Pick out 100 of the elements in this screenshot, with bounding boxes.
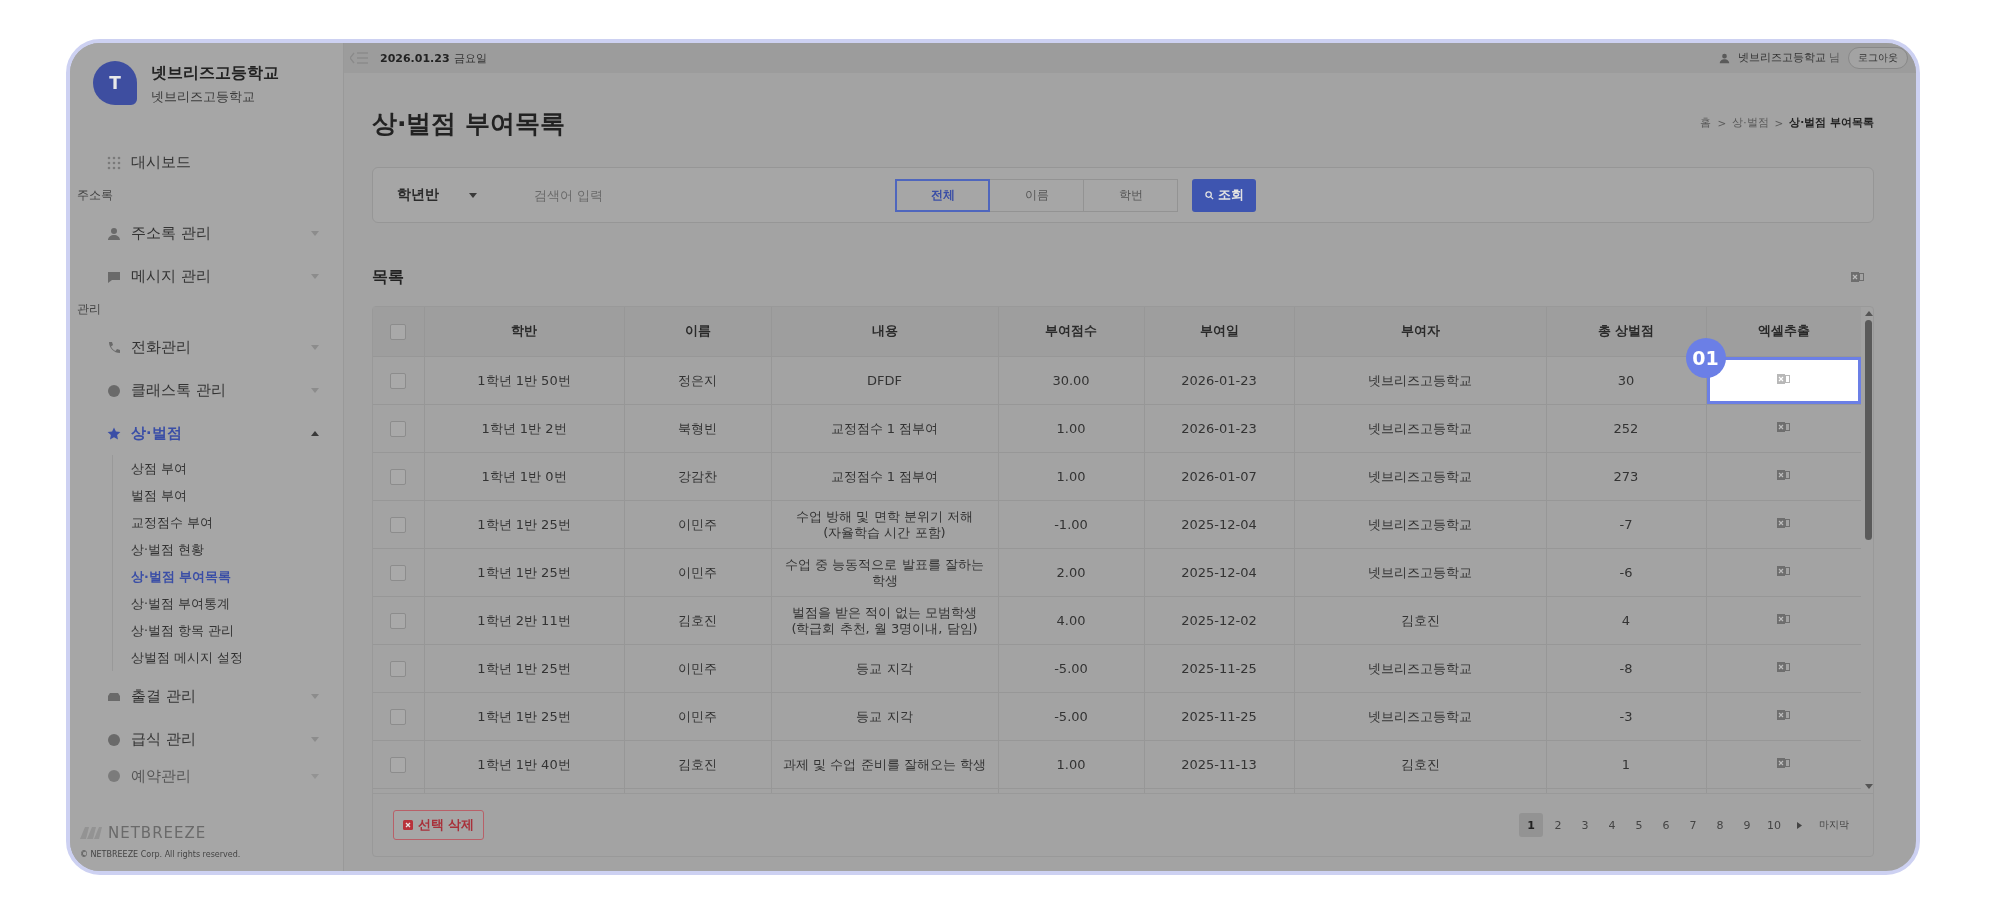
nav-section-label: 주소록 — [76, 187, 114, 204]
nav-subitem[interactable]: 상점 부여 — [131, 455, 343, 482]
table-cell: -7 — [1619, 516, 1633, 532]
logout-button[interactable]: 로그아웃 — [1848, 47, 1908, 69]
list-title: 목록 — [372, 266, 404, 288]
nav-item[interactable]: 주소록 관리 — [131, 224, 301, 243]
table-cell: 정은지 — [678, 372, 717, 388]
scroll-up-icon[interactable] — [1864, 311, 1873, 316]
nav-item[interactable]: 급식 관리 — [131, 730, 301, 749]
table-cell: 이민주 — [678, 660, 717, 676]
table-cell: 30 — [1617, 372, 1635, 388]
filter-tab[interactable]: 전체 — [895, 178, 990, 212]
breadcrumb-item[interactable]: 상·벌점 — [1732, 116, 1769, 130]
school-avatar: T — [93, 61, 137, 105]
table-cell: 1.00 — [1056, 756, 1086, 772]
nav-item[interactable]: 예약관리 — [131, 766, 301, 786]
nav-item[interactable]: 메시지 관리 — [131, 267, 301, 286]
row-checkbox[interactable] — [390, 660, 407, 677]
column-header: 학반 — [424, 307, 624, 357]
spreadsheet-icon[interactable] — [1777, 373, 1791, 385]
spreadsheet-icon[interactable] — [1777, 565, 1791, 577]
user-icon — [1719, 52, 1730, 64]
nav-subitem[interactable]: 교정점수 부여 — [131, 509, 343, 536]
table-cell: 252 — [1613, 420, 1639, 436]
table-cell: -6 — [1619, 564, 1633, 580]
nav-subitem[interactable]: 상·벌점 부여목록 — [131, 563, 343, 590]
page-button[interactable]: 7 — [1681, 813, 1705, 837]
filter-tab[interactable]: 학번 — [1083, 178, 1178, 212]
spreadsheet-icon[interactable] — [1777, 421, 1791, 433]
page-button[interactable]: 9 — [1735, 813, 1759, 837]
page-title: 상·벌점 부여목록 — [372, 107, 566, 140]
page-button[interactable]: 5 — [1627, 813, 1651, 837]
table-cell: -5.00 — [1054, 708, 1088, 724]
spreadsheet-icon[interactable] — [1777, 757, 1791, 769]
breadcrumb-item[interactable]: 홈 — [1700, 116, 1712, 130]
page-button[interactable]: 6 — [1654, 813, 1678, 837]
table-cell: 1 — [1621, 756, 1631, 772]
spreadsheet-icon[interactable] — [1777, 613, 1791, 625]
page-button[interactable]: 1 — [1519, 813, 1543, 837]
last-page-button[interactable]: 마지막 — [1817, 813, 1851, 837]
caret-icon — [469, 192, 477, 198]
table-cell: 1학년 1반 25번 — [477, 708, 571, 724]
nav-subitem[interactable]: 상·벌점 항목 관리 — [131, 617, 343, 644]
search-field[interactable]: 검색어 입력 — [532, 186, 896, 204]
user-suffix: 님 — [1829, 51, 1840, 65]
column-header: 부여자 — [1294, 307, 1546, 357]
spreadsheet-icon[interactable] — [1851, 271, 1864, 283]
table-cell: 2025-11-25 — [1181, 660, 1257, 676]
table-cell: 강감찬 — [678, 468, 717, 484]
next-page-icon[interactable] — [1797, 821, 1802, 829]
nav-subitem[interactable]: 상벌점 메시지 설정 — [131, 644, 343, 671]
table-cell: 4 — [1621, 612, 1631, 628]
weekday-label: 금요일 — [453, 50, 487, 66]
row-checkbox[interactable] — [390, 516, 407, 533]
row-checkbox[interactable] — [390, 612, 407, 629]
nav-subitem[interactable]: 상·벌점 현황 — [131, 536, 343, 563]
table-cell: 넷브리즈고등학교 — [1368, 516, 1472, 532]
table-cell: 수업 중 능동적으로 발표를 잘하는 학생 — [785, 556, 984, 588]
row-checkbox[interactable] — [390, 420, 407, 437]
row-checkbox[interactable] — [390, 468, 407, 485]
table-cell: 1학년 1반 40번 — [477, 756, 571, 772]
table-cell: 넷브리즈고등학교 — [1368, 468, 1472, 484]
table-cell: 2025-12-04 — [1181, 564, 1257, 580]
filter-tab[interactable]: 이름 — [989, 178, 1084, 212]
spreadsheet-icon[interactable] — [1777, 517, 1791, 529]
spreadsheet-icon[interactable] — [1777, 661, 1791, 673]
nav-subitem[interactable]: 상·벌점 부여통계 — [131, 590, 343, 617]
page-button[interactable]: 2 — [1546, 813, 1570, 837]
table-cell: 1학년 1반 25번 — [477, 660, 571, 676]
page-button[interactable]: 8 — [1708, 813, 1732, 837]
row-checkbox[interactable] — [390, 372, 407, 389]
row-checkbox[interactable] — [390, 708, 407, 725]
column-header: 부여점수 — [998, 307, 1144, 357]
nav-item[interactable]: 클래스톡 관리 — [131, 381, 301, 400]
row-checkbox[interactable] — [390, 756, 407, 773]
page-button[interactable]: 4 — [1600, 813, 1624, 837]
delete-selected-button[interactable]: 선택 삭제 — [393, 810, 485, 840]
nav-item[interactable]: 상·벌점 — [131, 424, 301, 443]
select-all-checkbox[interactable] — [390, 323, 407, 340]
table-cell: 넷브리즈고등학교 — [1368, 564, 1472, 580]
nav-item[interactable]: 출결 관리 — [131, 687, 301, 706]
table-cell: 이민주 — [678, 708, 717, 724]
nav-item[interactable]: 대시보드 — [131, 153, 319, 172]
class-select[interactable]: 학년반 — [397, 186, 532, 204]
page-button[interactable]: 10 — [1762, 813, 1786, 837]
search-button[interactable]: 조회 — [1192, 178, 1256, 212]
table-cell: 이민주 — [678, 564, 717, 580]
row-checkbox[interactable] — [390, 564, 407, 581]
nav-item[interactable]: 전화관리 — [131, 338, 301, 357]
scroll-down-icon[interactable] — [1864, 784, 1873, 789]
table-cell: 교정점수 1 점부여 — [830, 468, 939, 484]
page-button[interactable]: 3 — [1573, 813, 1597, 837]
spreadsheet-icon[interactable] — [1777, 709, 1791, 721]
breadcrumb-separator: > — [1717, 117, 1727, 129]
nav-subitem[interactable]: 벌점 부여 — [131, 482, 343, 509]
table-cell: 30.00 — [1052, 372, 1090, 388]
school-subtitle: 넷브리즈고등학교 — [151, 88, 256, 106]
spreadsheet-icon[interactable] — [1777, 469, 1791, 481]
table-cell: 1학년 1반 50번 — [477, 372, 571, 388]
table-cell: 등교 지각 — [856, 708, 913, 724]
